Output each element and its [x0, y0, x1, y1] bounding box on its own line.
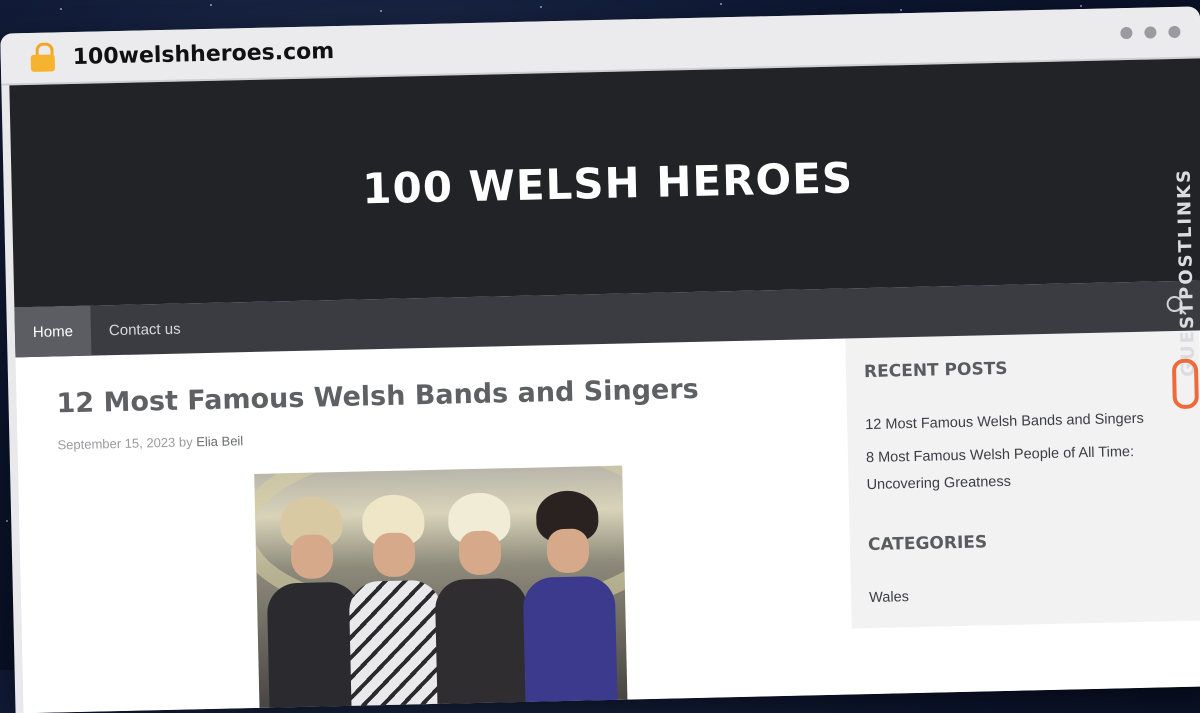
widget-title-recent: RECENT POSTS: [863, 358, 1008, 383]
window-controls: [1120, 25, 1181, 40]
widget-recent-posts: RECENT POSTS 12 Most Famous Welsh Bands …: [864, 355, 1185, 499]
window-dot-icon[interactable]: [1168, 25, 1181, 39]
post-by: by: [178, 434, 193, 450]
link-chain-icon: [1171, 358, 1199, 410]
website-viewport: 100 WELSH HEROES Home Contact us 12 Most…: [9, 58, 1200, 713]
post-title[interactable]: 12 Most Famous Welsh Bands and Singers: [56, 371, 847, 420]
recent-post-link[interactable]: 8 Most Famous Welsh People of All Time: …: [866, 438, 1185, 499]
site-title[interactable]: 100 WELSH HEROES: [362, 153, 854, 213]
widget-categories: CATEGORIES Wales: [868, 528, 1188, 612]
watermark-text: GUESTPOSTLINKS: [1173, 167, 1200, 377]
post-meta: September 15, 2023 by Elia Beil: [57, 419, 847, 452]
lock-icon: [30, 42, 57, 73]
nav-item-home[interactable]: Home: [14, 305, 92, 358]
recent-post-link[interactable]: 12 Most Famous Welsh Bands and Singers: [865, 405, 1184, 439]
post-date[interactable]: September 15, 2023: [57, 435, 175, 453]
post-featured-image[interactable]: [254, 465, 628, 713]
post-content: 12 Most Famous Welsh Bands and Singers S…: [16, 339, 854, 713]
browser-window: 100welshheroes.com 100 WELSH HEROES Home…: [0, 6, 1200, 713]
site-header: 100 WELSH HEROES: [9, 58, 1200, 308]
widget-title-categories: CATEGORIES: [867, 532, 988, 556]
main-area: 12 Most Famous Welsh Bands and Singers S…: [16, 330, 1200, 713]
sidebar: RECENT POSTS 12 Most Famous Welsh Bands …: [845, 330, 1200, 629]
window-dot-icon[interactable]: [1120, 26, 1133, 40]
post-author[interactable]: Elia Beil: [196, 433, 243, 449]
category-link[interactable]: Wales: [869, 578, 1188, 612]
window-dot-icon[interactable]: [1144, 26, 1157, 39]
nav-item-contact[interactable]: Contact us: [90, 303, 199, 355]
address-bar-url[interactable]: 100welshheroes.com: [72, 39, 334, 70]
